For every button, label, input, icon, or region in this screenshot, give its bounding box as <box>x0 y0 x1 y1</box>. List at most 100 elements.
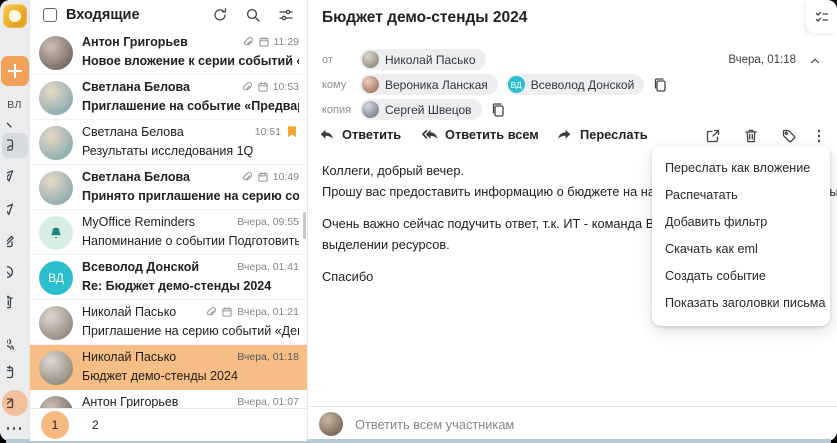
to-chip[interactable]: ВД Всеволод Донской <box>505 74 645 95</box>
email-subject: Напоминание о событии Подготовить отчет.… <box>82 234 299 248</box>
to-name: Вероника Ланская <box>385 77 488 92</box>
app-mail-icon[interactable] <box>1 390 28 416</box>
pagination: 1 2 <box>30 408 307 441</box>
list-item[interactable]: MyOffice Reminders Вчера, 09:55 Напомина… <box>30 210 307 255</box>
cc-chip[interactable]: Сергей Швецов <box>360 99 482 120</box>
email-title: Бюджет демо-стенды 2024 <box>322 9 528 26</box>
email-date: Вчера, 01:18 <box>728 54 796 66</box>
list-item[interactable]: Светлана Белова 10:53 Приглашение на соб… <box>30 75 307 120</box>
email-time: Вчера, 01:41 <box>237 261 299 273</box>
avatar <box>39 396 73 408</box>
reply-button[interactable]: Ответить <box>318 126 401 143</box>
calendar-icon <box>221 306 233 318</box>
refresh-icon[interactable] <box>212 7 228 23</box>
search-icon[interactable] <box>245 7 261 23</box>
filter-icon[interactable] <box>278 7 294 23</box>
menu-item-show-headers[interactable]: Показать заголовки письма <box>652 290 830 317</box>
app-logo-icon <box>2 4 27 28</box>
list-scrollbar[interactable] <box>303 212 306 239</box>
forward-icon <box>556 126 573 143</box>
list-item[interactable]: ВД Всеволод Донской Вчера, 01:41 Re: Бюд… <box>30 255 307 300</box>
page-2-button[interactable]: 2 <box>92 418 99 432</box>
app-calendar-icon[interactable] <box>7 364 23 380</box>
avatar: ВД <box>507 76 525 93</box>
menu-item-download-eml[interactable]: Скачать как eml <box>652 236 830 263</box>
list-item[interactable]: Антон Григорьев Вчера, 01:07 <box>30 390 307 408</box>
email-time: Вчера, 01:07 <box>237 396 299 408</box>
forward-label: Переслать <box>580 127 648 142</box>
email-time: 10:53 <box>272 81 299 93</box>
compose-button[interactable] <box>0 56 29 86</box>
email-subject: Новое вложение к серии событий «Аналити.… <box>82 54 299 68</box>
app-contacts-icon[interactable] <box>7 336 23 352</box>
context-menu: Переслать как вложение Распечатать Добав… <box>652 146 830 326</box>
from-label: от <box>322 53 333 66</box>
menu-item-print[interactable]: Распечатать <box>652 182 830 209</box>
calendar-icon <box>257 81 269 93</box>
avatar <box>39 81 73 115</box>
list-item[interactable]: Антон Григорьев 11:29 Новое вложение к с… <box>30 30 307 75</box>
menu-item-create-event[interactable]: Создать событие <box>652 263 830 290</box>
list-item[interactable]: Николай Пасько Вчера, 01:21 Приглашение … <box>30 300 307 345</box>
sidebar-item-sent[interactable] <box>7 168 23 184</box>
reply-all-button[interactable]: Ответить всем <box>421 126 539 143</box>
avatar <box>362 101 379 118</box>
message-rows: Антон Григорьев 11:29 Новое вложение к с… <box>30 30 307 408</box>
email-sender: Всеволод Донской <box>82 260 200 274</box>
copy-recipients-icon[interactable] <box>652 77 668 93</box>
reminder-bell-icon <box>39 216 73 250</box>
more-actions-icon[interactable] <box>811 128 827 144</box>
menu-item-add-filter[interactable]: Добавить фильтр <box>652 209 830 236</box>
copy-recipients-icon[interactable] <box>490 102 506 118</box>
email-time: 11:29 <box>273 36 300 48</box>
list-item-selected[interactable]: Николай Пасько Вчера, 01:18 Бюджет демо-… <box>30 345 307 390</box>
sidebar-item-trash[interactable] <box>7 294 23 310</box>
profile-initials[interactable]: ВЛ <box>7 99 21 111</box>
flag-icon[interactable] <box>285 125 299 139</box>
avatar: ВД <box>39 261 73 295</box>
avatar <box>362 51 379 68</box>
reply-label: Ответить <box>342 127 402 142</box>
avatar <box>319 412 343 436</box>
message-detail-panel: Бюджет демо-стенды 2024 от Николай Паськ… <box>308 0 837 441</box>
attachment-icon <box>241 171 253 183</box>
sidebar-item-drafts[interactable] <box>7 233 23 249</box>
tasks-panel-toggle[interactable] <box>806 0 837 33</box>
quick-reply-bar[interactable]: Ответить всем участникам <box>308 406 837 441</box>
tag-icon[interactable] <box>781 128 797 144</box>
to-name: Всеволод Донской <box>530 77 635 92</box>
collapse-header-icon[interactable] <box>808 54 822 68</box>
sidebar-item-outbox[interactable] <box>7 201 23 217</box>
email-subject: Бюджет демо-стенды 2024 <box>82 369 238 383</box>
to-chip[interactable]: Вероника Ланская <box>360 74 498 95</box>
email-subject: Результаты исследования 1Q <box>82 144 254 158</box>
sidebar-item-spam[interactable] <box>7 264 23 280</box>
avatar <box>39 351 73 385</box>
delete-icon[interactable] <box>743 128 759 144</box>
select-all-checkbox[interactable] <box>43 8 57 22</box>
checklist-icon <box>814 9 830 25</box>
folder-title: Входящие <box>66 7 140 23</box>
menu-item-forward-as-attachment[interactable]: Переслать как вложение <box>652 155 830 182</box>
attachment-icon <box>242 36 254 48</box>
sidebar-item-inbox[interactable] <box>1 133 28 158</box>
reply-all-icon <box>421 126 438 143</box>
forward-button[interactable]: Переслать <box>556 126 648 143</box>
open-in-new-window-icon[interactable] <box>705 128 721 144</box>
list-item[interactable]: Светлана Белова 10:51 Результаты исследо… <box>30 120 307 165</box>
email-sender: Светлана Белова <box>82 170 190 184</box>
collapse-profile-icon[interactable] <box>7 117 23 133</box>
email-subject: Приглашение на серию событий «Демо стен.… <box>82 324 299 338</box>
attachment-icon <box>241 81 253 93</box>
app-window: ВЛ Входящие Антон Григорьев 11:29 Новое … <box>0 0 837 441</box>
page-1-button[interactable]: 1 <box>41 411 69 439</box>
from-chip[interactable]: Николай Пасько <box>360 49 486 70</box>
email-sender: Антон Григорьев <box>82 395 179 408</box>
email-sender: Николай Пасько <box>82 350 177 364</box>
list-header: Входящие <box>30 0 307 30</box>
reply-icon <box>318 126 335 143</box>
from-name: Николай Пасько <box>385 52 476 67</box>
avatar <box>39 36 73 70</box>
more-apps-icon[interactable] <box>6 426 23 430</box>
list-item[interactable]: Светлана Белова 10:49 Принято приглашени… <box>30 165 307 210</box>
